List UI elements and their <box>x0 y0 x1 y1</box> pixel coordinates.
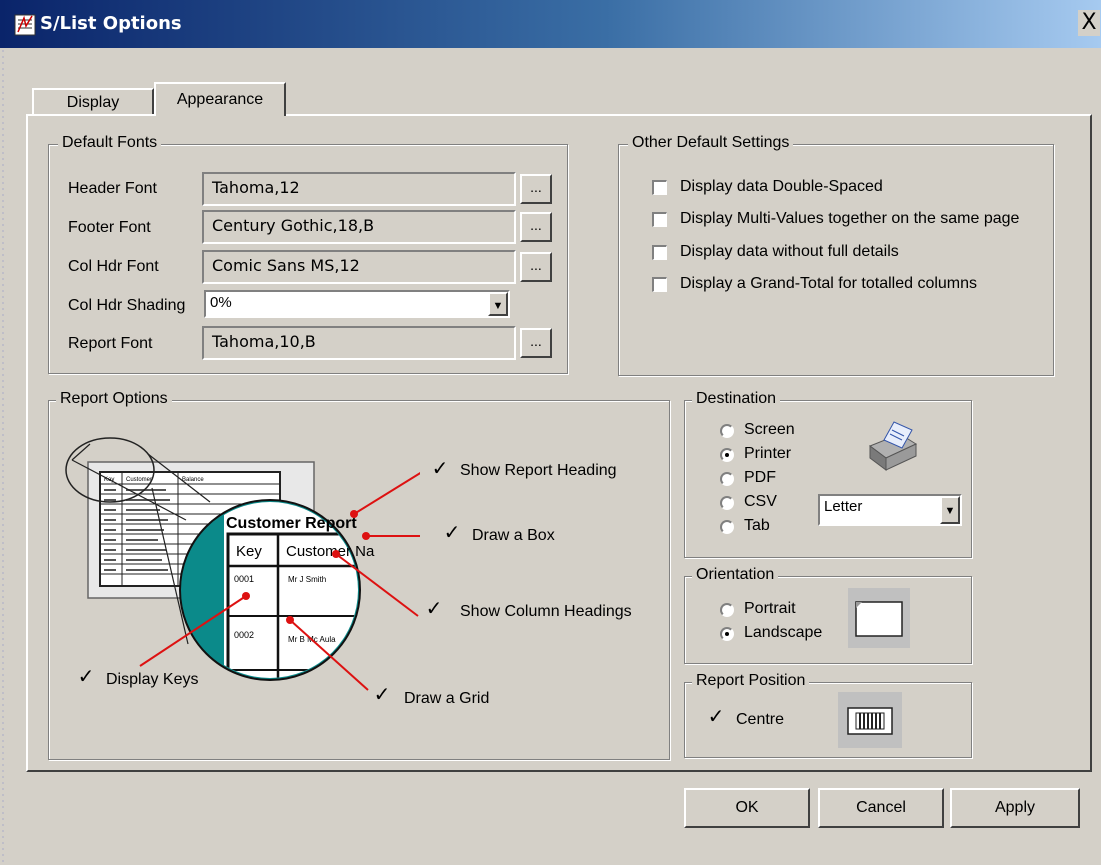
chevron-down-icon[interactable]: ▼ <box>488 292 508 316</box>
col-hdr-font-browse-button[interactable]: ... <box>520 252 552 282</box>
draw-a-grid-checkbox[interactable]: ✓ <box>372 684 392 706</box>
grand-total-checkbox[interactable] <box>652 277 667 292</box>
orientation-portrait-label: Portrait <box>744 600 796 617</box>
without-details-label: Display data without full details <box>680 243 899 260</box>
orientation-landscape-radio[interactable] <box>720 627 734 641</box>
footer-font-label: Footer Font <box>68 219 151 236</box>
footer-font-browse-button[interactable]: ... <box>520 212 552 242</box>
default-fonts-legend: Default Fonts <box>58 134 162 152</box>
destination-printer-radio[interactable] <box>720 448 734 462</box>
multi-values-label: Display Multi-Values together on the sam… <box>680 210 1020 227</box>
title-bar[interactable]: S/List Options <box>0 0 1101 48</box>
report-layout-illustration: Key Customer Balance Customer Report Key… <box>65 437 420 691</box>
destination-screen-label: Screen <box>744 421 795 438</box>
report-position-legend: Report Position <box>692 672 810 690</box>
tab-display-label: Display <box>66 94 120 111</box>
printer-icon <box>868 421 918 471</box>
ok-button[interactable]: OK <box>684 788 810 828</box>
tab-appearance[interactable]: Appearance <box>154 82 286 116</box>
centre-checkbox[interactable]: ✓ <box>706 706 726 728</box>
mini-header-customer: Customer <box>126 477 152 483</box>
window-title: S/List Options <box>40 13 182 34</box>
col-hdr-shading-select[interactable]: 0% ▼ <box>204 290 510 318</box>
display-keys-checkbox[interactable]: ✓ <box>76 666 96 688</box>
tab-join <box>156 114 284 117</box>
col-hdr-shading-label: Col Hdr Shading <box>68 297 186 314</box>
destination-tab-radio[interactable] <box>720 520 734 534</box>
paper-size-value: Letter <box>824 498 863 515</box>
footer-font-field[interactable]: Century Gothic,18,B <box>202 210 516 244</box>
app-icon <box>14 14 36 36</box>
report-font-field[interactable]: Tahoma,10,B <box>202 326 516 360</box>
destination-legend: Destination <box>692 390 781 408</box>
other-settings-legend: Other Default Settings <box>628 134 794 152</box>
destination-csv-radio[interactable] <box>720 496 734 510</box>
without-details-checkbox[interactable] <box>652 245 667 260</box>
double-spaced-label: Display data Double-Spaced <box>680 178 883 195</box>
report-options-legend: Report Options <box>56 390 172 408</box>
draw-a-grid-label: Draw a Grid <box>404 690 490 707</box>
tab-display[interactable]: Display <box>32 88 154 116</box>
chevron-down-icon[interactable]: ▼ <box>940 496 960 524</box>
destination-tab-label: Tab <box>744 517 770 534</box>
header-font-label: Header Font <box>68 180 157 197</box>
destination-pdf-radio[interactable] <box>720 472 734 486</box>
draw-a-box-checkbox[interactable]: ✓ <box>442 522 462 544</box>
destination-printer-label: Printer <box>744 445 792 462</box>
double-spaced-checkbox[interactable] <box>652 180 667 195</box>
header-font-field[interactable]: Tahoma,12 <box>202 172 516 206</box>
landscape-preview <box>848 588 910 648</box>
orientation-portrait-radio[interactable] <box>720 603 734 617</box>
report-position-group <box>684 682 972 758</box>
illustration-col-key: Key <box>236 543 262 560</box>
cancel-button[interactable]: Cancel <box>818 788 944 828</box>
destination-pdf-label: PDF <box>744 469 776 486</box>
show-column-headings-checkbox[interactable]: ✓ <box>424 598 444 620</box>
multi-values-checkbox[interactable] <box>652 212 667 227</box>
report-font-label: Report Font <box>68 335 153 352</box>
show-column-headings-label: Show Column Headings <box>460 603 632 620</box>
orientation-legend: Orientation <box>692 566 779 584</box>
mini-header-balance: Balance <box>182 477 204 483</box>
show-report-heading-label: Show Report Heading <box>460 462 617 479</box>
col-hdr-font-field[interactable]: Comic Sans MS,12 <box>202 250 516 284</box>
apply-button[interactable]: Apply <box>950 788 1080 828</box>
header-font-browse-button[interactable]: ... <box>520 174 552 204</box>
col-hdr-shading-value: 0% <box>210 294 232 311</box>
landscape-page-icon <box>855 601 903 637</box>
centre-preview <box>838 692 902 748</box>
report-font-browse-button[interactable]: ... <box>520 328 552 358</box>
destination-csv-label: CSV <box>744 493 777 510</box>
tab-appearance-label: Appearance <box>176 91 264 108</box>
illustration-col-name: Customer Na <box>286 543 375 560</box>
desktop-background <box>0 48 8 865</box>
show-report-heading-checkbox[interactable]: ✓ <box>430 458 450 480</box>
orientation-group <box>684 576 972 664</box>
illustration-title: Customer Report <box>226 515 357 532</box>
close-icon[interactable]: X <box>1078 10 1100 36</box>
paper-size-select[interactable]: Letter ▼ <box>818 494 962 526</box>
illustration-row2-key: 0002 <box>234 630 254 640</box>
orientation-landscape-label: Landscape <box>744 624 823 641</box>
centred-report-icon <box>847 707 893 735</box>
destination-screen-radio[interactable] <box>720 424 734 438</box>
illustration-row1-key: 0001 <box>234 574 254 584</box>
illustration-row1-name: Mr J Smith <box>288 575 326 584</box>
draw-a-box-label: Draw a Box <box>472 527 555 544</box>
centre-label: Centre <box>736 711 785 728</box>
display-keys-label: Display Keys <box>106 671 199 688</box>
col-hdr-font-label: Col Hdr Font <box>68 258 159 275</box>
grand-total-label: Display a Grand-Total for totalled colum… <box>680 275 978 292</box>
